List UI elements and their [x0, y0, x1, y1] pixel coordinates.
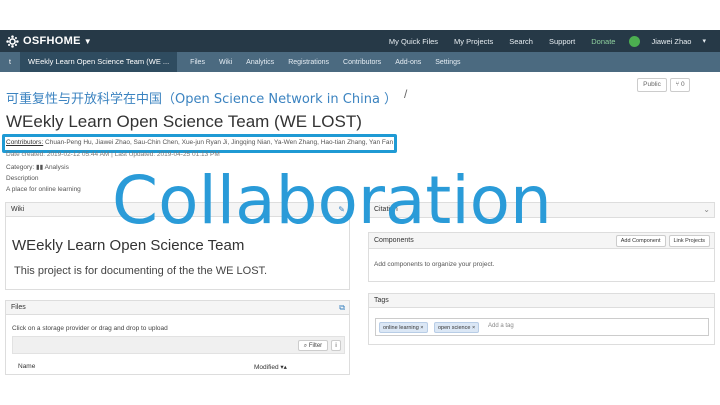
wiki-panel-title: Wiki — [11, 206, 25, 213]
tab-registrations[interactable]: Registrations — [288, 59, 329, 66]
parent-project-link[interactable]: 可重复性与开放科学在中国（Open Science Network in Chi… — [6, 88, 397, 107]
search-icon: ⌕ — [303, 343, 308, 349]
files-panel-title: Files — [11, 304, 26, 311]
description-text: A place for online learning — [6, 186, 81, 193]
project-home-link[interactable]: t — [0, 59, 20, 66]
info-icon: i — [335, 343, 337, 349]
public-button[interactable]: Public — [637, 78, 667, 92]
tags-panel-header: Tags — [369, 294, 714, 308]
navbar-links: My Quick Files My Projects Search Suppor… — [381, 35, 720, 47]
tag-open-science[interactable]: open science × — [434, 322, 480, 333]
nav-support[interactable]: Support — [549, 37, 575, 46]
column-header-name[interactable]: Name — [18, 363, 35, 370]
breadcrumb-separator: / — [404, 87, 408, 101]
add-tag-placeholder[interactable]: Add a tag — [488, 323, 514, 329]
files-toolbar: ⌕ Filter i — [12, 336, 345, 354]
tab-wiki[interactable]: Wiki — [219, 59, 232, 66]
link-projects-button[interactable]: Link Projects — [668, 235, 710, 247]
tag-online-learning[interactable]: online learning × — [379, 322, 428, 333]
tab-analytics[interactable]: Analytics — [246, 59, 274, 66]
column-name-label: Name — [18, 363, 36, 370]
nav-search[interactable]: Search — [509, 37, 533, 46]
column-header-modified[interactable]: Modified ▾▴ — [254, 363, 287, 371]
user-name: Jiawei Zhao — [651, 36, 692, 46]
tags-panel: Tags online learning × open science × Ad… — [368, 293, 715, 345]
avatar — [629, 35, 641, 47]
chevron-down-icon: ▾ — [702, 38, 706, 45]
external-link-icon[interactable]: ⧉ — [339, 301, 345, 315]
sort-icon: ▾▴ — [280, 364, 287, 371]
screenshot-stage: OSFHOME ▼ My Quick Files My Projects Sea… — [0, 0, 720, 405]
category-value: Analysis — [44, 164, 69, 171]
components-empty-text: Add components to organize your project. — [374, 261, 495, 268]
date-info: Date created: 2019-02-12 05:44 AM | Last… — [6, 151, 220, 158]
column-modified-label: Modified — [254, 364, 279, 371]
components-buttons: Add Component Link Projects — [613, 235, 710, 247]
tab-settings[interactable]: Settings — [435, 59, 460, 66]
tab-add-ons[interactable]: Add-ons — [395, 59, 421, 66]
osf-logo-icon — [6, 34, 19, 48]
files-panel-header: Files ⧉ — [6, 301, 349, 315]
page-title: WEekly Learn Open Science Team (WE LOST) — [6, 112, 362, 131]
project-title-tab[interactable]: WEekly Learn Open Science Team (WE ... — [20, 52, 178, 72]
top-navbar: OSFHOME ▼ My Quick Files My Projects Sea… — [0, 30, 720, 52]
files-upload-hint: Click on a storage provider or drag and … — [12, 325, 168, 332]
tab-files[interactable]: Files — [190, 59, 205, 66]
collaboration-overlay-text: Collaboration — [112, 162, 552, 239]
chevron-down-icon: ▼ — [83, 36, 92, 46]
category-line: Category: ▮▮ Analysis — [6, 163, 69, 171]
add-component-button[interactable]: Add Component — [615, 235, 666, 247]
fork-count: 0 — [681, 81, 685, 88]
chevron-down-icon: ⌄ — [703, 205, 710, 214]
nav-my-projects[interactable]: My Projects — [454, 37, 493, 46]
filter-button[interactable]: ⌕ Filter — [298, 340, 328, 351]
fork-button[interactable]: ⑂ 0 — [670, 78, 690, 92]
tab-contributors[interactable]: Contributors — [343, 59, 381, 66]
wiki-heading: WEekly Learn Open Science Team — [12, 237, 245, 254]
brand-label: OSFHOME — [23, 35, 81, 47]
filter-label: Filter — [308, 343, 323, 349]
nav-my-quick-files[interactable]: My Quick Files — [389, 37, 438, 46]
components-panel: Components Add Component Link Projects A… — [368, 232, 715, 282]
user-menu[interactable]: Jiawei Zhao ▾ — [629, 35, 714, 47]
fork-icon: ⑂ — [675, 81, 680, 88]
osf-home-menu[interactable]: OSFHOME ▼ — [6, 34, 92, 48]
description-label: Description — [6, 175, 39, 182]
info-button[interactable]: i — [331, 340, 341, 351]
wiki-body: This project is for documenting of the t… — [14, 265, 268, 277]
tags-input[interactable]: online learning × open science × Add a t… — [375, 318, 709, 336]
chart-icon: ▮▮ — [36, 164, 44, 171]
files-panel: Files ⧉ Click on a storage provider or d… — [5, 300, 350, 375]
tags-panel-title: Tags — [374, 297, 389, 304]
nav-donate[interactable]: Donate — [591, 37, 615, 46]
category-label: Category: — [6, 164, 35, 171]
project-navbar: t WEekly Learn Open Science Team (WE ...… — [0, 52, 720, 72]
